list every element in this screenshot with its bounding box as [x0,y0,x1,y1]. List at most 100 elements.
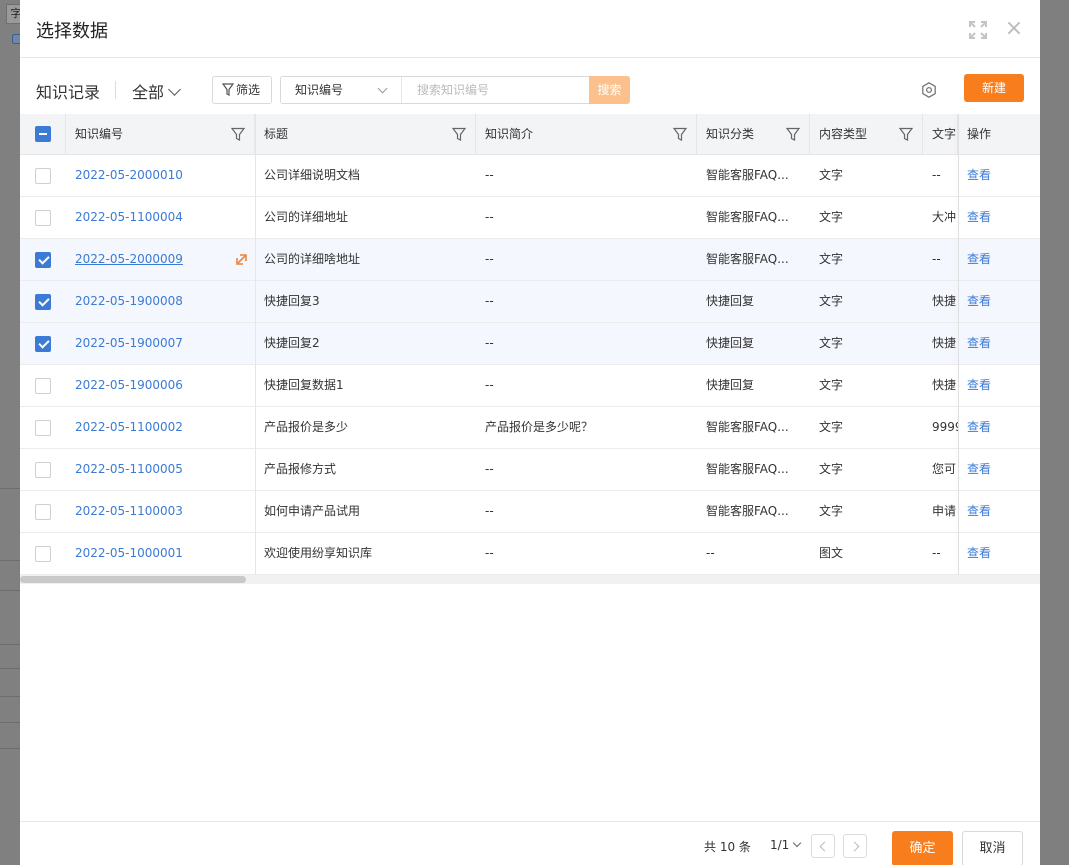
row-checkbox[interactable] [35,420,51,436]
cell-id[interactable]: 2022-05-1900006 [66,365,226,406]
search-box: 知识编号 搜索 [280,76,630,104]
cell-id[interactable]: 2022-05-1100005 [66,449,226,490]
row-checkbox[interactable] [35,504,51,520]
row-checkbox[interactable] [35,252,51,268]
row-checkbox[interactable] [35,336,51,352]
next-page-button[interactable] [843,834,867,858]
column-filter-icon[interactable] [673,127,687,141]
table-row[interactable]: 2022-05-1100004 公司的详细地址 -- 智能客服FAQ... 文字 大冲 查看 [20,197,1040,239]
cell-text: 申请 [932,504,957,518]
scope-label: 全部 [132,83,165,102]
cell-text: -- [932,252,941,266]
funnel-icon [222,83,234,96]
cell-content-type: 文字 [819,294,844,308]
row-checkbox[interactable] [35,168,51,184]
header-id-label: 知识编号 [75,127,124,141]
row-checkbox[interactable] [35,294,51,310]
view-link[interactable]: 查看 [958,491,1040,532]
fixed-column-divider [958,114,959,576]
cell-id[interactable]: 2022-05-1100003 [66,491,226,532]
modal-title: 选择数据 [36,21,108,42]
cell-summary: -- [485,294,494,308]
cell-category: 快捷回复 [706,336,755,350]
header-summary-label: 知识简介 [485,127,534,141]
cell-title: 公司详细说明文档 [264,168,361,182]
search-button[interactable]: 搜索 [589,76,630,104]
column-divider [255,114,256,576]
view-link[interactable]: 查看 [958,533,1040,574]
chevron-down-icon [793,838,802,848]
view-link[interactable]: 查看 [958,197,1040,238]
toolbar: 知识记录 全部 筛选 知识编号 搜索 新建 [20,58,1040,114]
cell-category: 智能客服FAQ... [706,210,789,224]
cell-id[interactable]: 2022-05-1100004 [66,197,226,238]
column-filter-icon[interactable] [786,127,800,141]
row-checkbox[interactable] [35,462,51,478]
table-row[interactable]: 2022-05-1900006 快捷回复数据1 -- 快捷回复 文字 快捷 查看 [20,365,1040,407]
table-row[interactable]: 2022-05-1100003 如何申请产品试用 -- 智能客服FAQ... 文字 申请查… [20,491,1040,533]
cell-id[interactable]: 2022-05-1900007 [66,323,226,364]
cell-id[interactable]: 2022-05-2000009 [66,239,226,280]
column-filter-icon[interactable] [452,127,466,141]
scope-dropdown[interactable]: 全部 [132,79,181,103]
cell-text: 9999 [932,420,958,434]
column-filter-icon[interactable] [899,127,913,141]
confirm-button[interactable]: 确定 [892,831,953,865]
cell-title: 产品报价是多少 [264,420,349,434]
view-link[interactable]: 查看 [958,155,1040,196]
select-data-modal: 选择数据 × 知识记录 全部 筛选 知识编号 搜索知识编号 搜索 新建 知识编号… [20,0,1040,865]
cell-text: 快捷 [932,336,957,350]
cell-title: 公司的详细地址 [264,210,349,224]
row-checkbox[interactable] [35,546,51,562]
expand-icon[interactable] [968,20,988,40]
cancel-button[interactable]: 取消 [962,831,1023,865]
close-icon[interactable]: × [1004,18,1024,40]
view-link[interactable]: 查看 [958,323,1040,364]
filter-label: 筛选 [236,83,261,97]
new-button[interactable]: 新建 [964,74,1024,102]
table-row[interactable]: 2022-05-1000001 欢迎使用纷享知识库 -- -- 图文 -- 查看 [20,533,1040,575]
page-indicator: 1/1 [770,838,790,852]
column-filter-icon[interactable] [231,127,245,141]
cell-content-type: 文字 [819,336,844,350]
search-field-select[interactable]: 知识编号 [281,77,402,103]
cell-content-type: 文字 [819,462,844,476]
cell-id[interactable]: 2022-05-1900008 [66,281,226,322]
cell-category: 快捷回复 [706,378,755,392]
background-left-strip: 字 [0,0,26,865]
prev-page-button[interactable] [811,834,835,858]
cell-text: -- [932,168,941,182]
horizontal-scrollbar[interactable] [20,575,1040,584]
total-count: 共 10 条 [704,840,751,854]
row-checkbox[interactable] [35,378,51,394]
settings-icon[interactable] [920,81,938,99]
view-link[interactable]: 查看 [958,407,1040,448]
cell-summary: -- [485,252,494,266]
view-link[interactable]: 查看 [958,239,1040,280]
header-action: 操作 [958,114,1040,154]
cell-id[interactable]: 2022-05-2000010 [66,155,226,196]
search-input[interactable] [403,77,589,103]
view-link[interactable]: 查看 [958,365,1040,406]
view-link[interactable]: 查看 [958,449,1040,490]
header-category: 知识分类 [697,114,810,154]
cell-id[interactable]: 2022-05-1100002 [66,407,226,448]
table-row[interactable]: 2022-05-1900008 快捷回复3 -- 快捷回复 文字 快捷 查看 [20,281,1040,323]
select-all-checkbox[interactable] [35,126,51,142]
cell-content-type: 文字 [819,504,844,518]
view-link[interactable]: 查看 [958,281,1040,322]
cell-content-type: 文字 [819,378,844,392]
open-detail-icon[interactable] [235,252,249,266]
scrollbar-thumb[interactable] [20,576,246,583]
cell-title: 如何申请产品试用 [264,504,361,518]
filter-button[interactable]: 筛选 [212,76,272,104]
table-row[interactable]: 2022-05-1900007 快捷回复2 -- 快捷回复 文字 快捷 查看 [20,323,1040,365]
cell-summary: -- [485,210,494,224]
page-select[interactable]: 1/1 [770,838,802,852]
row-checkbox[interactable] [35,210,51,226]
cell-id[interactable]: 2022-05-1000001 [66,533,226,574]
table-row[interactable]: 2022-05-1100002 产品报价是多少 产品报价是多少呢？ 智能客服FAQ..… [20,407,1040,449]
table-row[interactable]: 2022-05-2000010 公司详细说明文档 -- 智能客服FAQ... 文字 -- 查… [20,155,1040,197]
table-row[interactable]: 2022-05-2000009 公司的详细啥地址 -- 智能客服FAQ... 文字 -- 查… [20,239,1040,281]
table-row[interactable]: 2022-05-1100005 产品报修方式 -- 智能客服FAQ... 文字 您可 查看 [20,449,1040,491]
